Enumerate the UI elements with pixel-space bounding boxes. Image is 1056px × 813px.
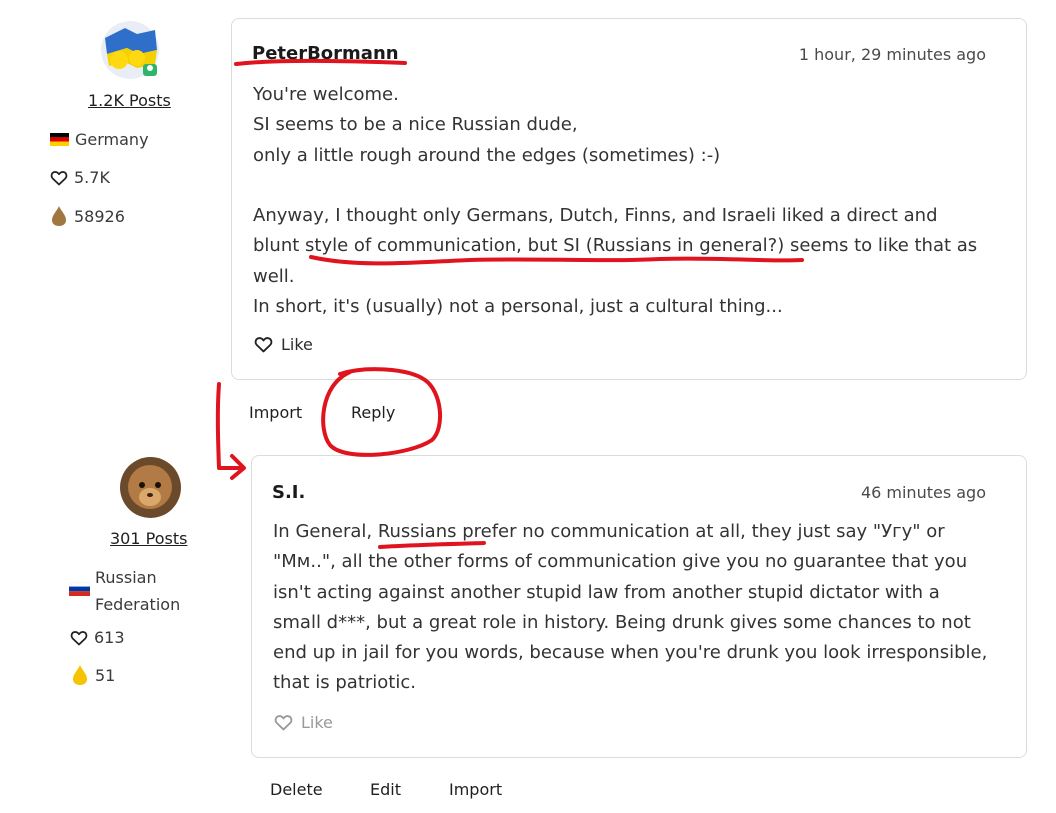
delete-button[interactable]: Delete xyxy=(270,780,323,799)
comment-line: Anyway, I thought only Germans, Dutch, F… xyxy=(253,205,938,227)
author-likes-count: 613 xyxy=(94,628,125,647)
arrow-head-annotation xyxy=(230,454,246,480)
reply-button[interactable]: Reply xyxy=(351,403,395,422)
author-country-label: Germany xyxy=(75,130,149,149)
comment-line xyxy=(253,171,977,201)
comment-line: end up in jail for you words, because wh… xyxy=(273,642,988,664)
comment-timestamp: 1 hour, 29 minutes ago xyxy=(798,45,986,64)
comment-line: isn't acting against another stupid law … xyxy=(273,581,940,603)
author-avatar[interactable] xyxy=(120,457,181,518)
author-points-count: 51 xyxy=(95,665,116,685)
comment-username[interactable]: S.I. xyxy=(272,482,305,503)
author-posts-link[interactable]: 301 Posts xyxy=(110,529,187,548)
country-line: Russian xyxy=(95,568,157,587)
comment-card: PeterBormann 1 hour, 29 minutes ago You'… xyxy=(231,18,1027,380)
like-label: Like xyxy=(301,713,333,732)
author-points: 58926 xyxy=(50,205,125,227)
author-posts-link[interactable]: 1.2K Posts xyxy=(88,91,171,110)
comment-line: You're welcome. xyxy=(253,84,399,105)
heart-icon xyxy=(254,337,273,353)
heart-icon xyxy=(274,715,293,731)
author-likes: 5.7K xyxy=(50,168,110,187)
comment-line: In General, Russians prefer no communica… xyxy=(273,521,945,542)
comment-timestamp: 46 minutes ago xyxy=(860,483,986,502)
author-points: 51 xyxy=(71,664,115,686)
comment-line: "Мм..", all the other forms of communica… xyxy=(273,551,968,573)
reply-card: S.I. 46 minutes ago In General, Russians… xyxy=(251,455,1027,758)
author-likes-count: 5.7K xyxy=(74,168,110,187)
comment-username[interactable]: PeterBormann xyxy=(252,43,399,64)
comment-line: only a little rough around the edges (so… xyxy=(253,144,721,166)
edit-button[interactable]: Edit xyxy=(370,780,401,799)
comment-body: In General, Russians prefer no communica… xyxy=(273,517,987,699)
arrow-annotation xyxy=(215,382,242,470)
author-avatar[interactable] xyxy=(97,20,163,80)
russia-flag-icon xyxy=(69,582,90,596)
comment-line: that is patriotic. xyxy=(273,672,416,694)
drop-points-icon xyxy=(73,665,87,685)
author-likes: 613 xyxy=(70,628,125,647)
germany-flag-icon xyxy=(50,133,69,146)
country-line: Federation xyxy=(95,595,181,614)
comment-line: In short, it's (usually) not a personal,… xyxy=(253,296,783,318)
like-button[interactable]: Like xyxy=(254,335,313,354)
alpaca-avatar-icon xyxy=(120,457,181,518)
import-button[interactable]: Import xyxy=(449,780,502,799)
comment-line: blunt style of communication, but SI (Ru… xyxy=(253,235,978,257)
comment-line: SI seems to be a nice Russian dude, xyxy=(253,114,578,136)
comment-body: You're welcome. SI seems to be a nice Ru… xyxy=(253,80,977,322)
ukraine-simpsons-avatar-icon xyxy=(101,21,159,79)
heart-icon xyxy=(50,170,68,185)
comment-line: well. xyxy=(253,265,295,287)
comment-line: small d***, but a great role in history.… xyxy=(273,611,971,633)
author-country-label: Russian Federation xyxy=(95,564,180,618)
heart-icon xyxy=(70,630,88,645)
author-points-count: 58926 xyxy=(74,206,125,226)
like-button[interactable]: Like xyxy=(274,713,333,732)
import-button[interactable]: Import xyxy=(249,403,302,422)
author-country: Germany xyxy=(50,130,149,149)
drop-points-icon xyxy=(52,206,66,226)
like-label: Like xyxy=(281,335,313,354)
